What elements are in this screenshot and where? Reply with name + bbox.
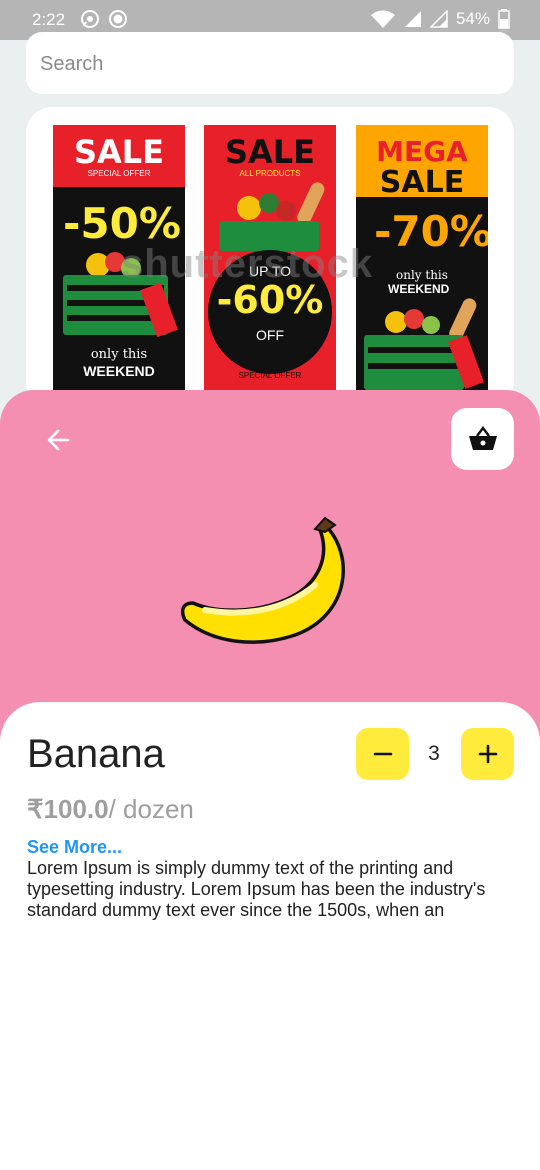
battery-percent: 54% — [455, 9, 490, 28]
back-button[interactable] — [40, 420, 80, 460]
watermark: shutterstock — [121, 242, 374, 286]
basket-icon — [468, 426, 497, 450]
search-input[interactable] — [38, 32, 502, 96]
search-box[interactable] — [26, 32, 514, 96]
price-row: ₹100.0/ dozen — [27, 794, 194, 825]
battery-icon — [498, 9, 510, 29]
status-time: 2:22 — [32, 10, 66, 29]
record-icon — [109, 10, 127, 28]
price-unit: / dozen — [108, 794, 194, 824]
product-description: Lorem Ipsum is simply dummy text of the … — [27, 858, 486, 920]
banana-image — [180, 516, 345, 644]
grocery-basket-icon — [219, 182, 325, 251]
see-more-link[interactable]: See More... — [27, 837, 122, 858]
cart-button[interactable] — [451, 408, 514, 470]
arrow-back-icon — [47, 429, 70, 451]
whatsapp-icon — [81, 10, 99, 28]
mega-sale-poster-70[interactable]: MEGA SALE -70% only this WEEKEND — [356, 125, 488, 390]
price-amount: ₹100.0 — [27, 794, 109, 824]
product-name: Banana — [27, 732, 165, 776]
decrease-quantity-button[interactable] — [356, 728, 409, 780]
increase-quantity-button[interactable] — [461, 728, 514, 780]
discount-70: -70% — [374, 207, 488, 256]
quantity-value: 3 — [428, 742, 440, 765]
wifi-icon — [370, 10, 395, 28]
grocery-basket-icon — [364, 298, 484, 390]
signal-icon-2 — [429, 10, 448, 28]
signal-icon — [404, 11, 421, 27]
minus-icon — [373, 752, 392, 756]
plus-icon — [478, 744, 497, 764]
sale-banner-carousel[interactable]: SALE SPECIAL OFFER -50% only this WEEKEN… — [26, 107, 514, 407]
